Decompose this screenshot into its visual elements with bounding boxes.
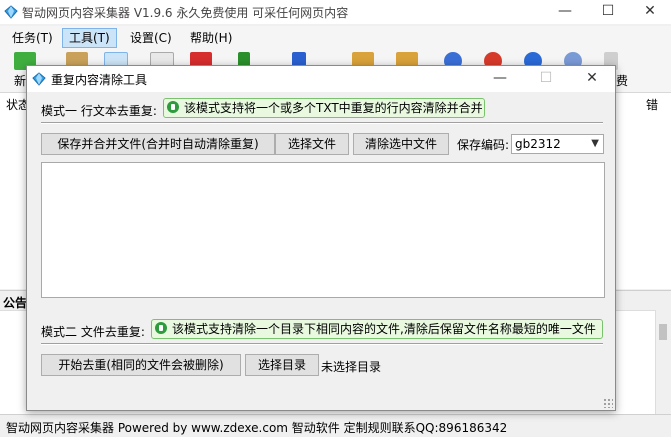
dialog-close-button[interactable]: ✕ [569, 66, 615, 92]
save-merge-button[interactable]: 保存并合并文件(合并时自动清除重复) [41, 133, 275, 155]
mode1-label: 模式一 行文本去重复: [41, 104, 157, 118]
menu-settings[interactable]: 设置(C) [124, 29, 178, 47]
info-bulb-icon-2 [155, 322, 167, 334]
toolbar-label-free: 费 [616, 74, 629, 88]
directory-status: 未选择目录 [321, 360, 382, 374]
main-close-button[interactable]: ✕ [630, 0, 670, 24]
app-diamond-icon [4, 5, 18, 19]
clear-selected-button[interactable]: 清除选中文件 [353, 133, 449, 155]
scroll-thumb[interactable] [659, 324, 667, 340]
toolbar-label-new: 新 [14, 74, 27, 88]
dedupe-dialog: 重复内容清除工具 — ☐ ✕ 模式一 行文本去重复: 该模式支持将一个或多个TX… [26, 65, 616, 411]
resize-grip-icon[interactable] [603, 398, 613, 408]
dialog-title: 重复内容清除工具 [51, 73, 148, 87]
encoding-label: 保存编码: [457, 138, 510, 152]
menu-help[interactable]: 帮助(H) [184, 29, 238, 47]
dialog-title-bar: 重复内容清除工具 — ☐ ✕ [27, 66, 615, 92]
dialog-minimize-button[interactable]: — [477, 66, 523, 92]
menu-tools[interactable]: 工具(T) [62, 28, 117, 48]
select-directory-button[interactable]: 选择目录 [245, 354, 319, 376]
main-maximize-button[interactable]: ☐ [588, 0, 628, 24]
notice-scrollbar[interactable] [655, 310, 671, 414]
status-text: 智动网页内容采集器 Powered by www.zdexe.com 智动软件 … [6, 421, 508, 435]
select-file-button[interactable]: 选择文件 [275, 133, 349, 155]
mode2-divider [41, 343, 603, 345]
chevron-down-icon: ▼ [591, 138, 599, 149]
main-window-title: 智动网页内容采集器 V1.9.6 永久免费使用 可采任何网页内容 [22, 6, 349, 20]
mode2-label: 模式二 文件去重复: [41, 325, 145, 339]
file-list-textarea[interactable] [41, 162, 605, 298]
mode2-hint: 该模式支持清除一个目录下相同内容的文件,清除后保留文件名称最短的唯一文件 [151, 319, 603, 339]
mode1-divider [41, 122, 603, 124]
main-title-bar: 智动网页内容采集器 V1.9.6 永久免费使用 可采任何网页内容 — ☐ ✕ [0, 0, 671, 24]
notice-title: 公告 [3, 296, 28, 310]
mode1-hint-text: 该模式支持将一个或多个TXT中重复的行内容清除并合并 [184, 101, 483, 115]
column-error[interactable]: 错 [646, 96, 658, 113]
mode1-hint: 该模式支持将一个或多个TXT中重复的行内容清除并合并 [163, 98, 485, 118]
encoding-select[interactable]: gb2312 ▼ [511, 134, 604, 154]
menu-bar: 任务(T) 工具(T) 设置(C) 帮助(H) [0, 26, 671, 50]
start-dedupe-button[interactable]: 开始去重(相同的文件会被删除) [41, 354, 241, 376]
info-bulb-icon [167, 101, 179, 113]
mode2-hint-text: 该模式支持清除一个目录下相同内容的文件,清除后保留文件名称最短的唯一文件 [172, 322, 596, 336]
menu-task[interactable]: 任务(T) [6, 29, 59, 47]
encoding-value: gb2312 [515, 137, 561, 151]
main-minimize-button[interactable]: — [545, 0, 585, 24]
status-bar: 智动网页内容采集器 Powered by www.zdexe.com 智动软件 … [0, 414, 671, 437]
dialog-diamond-icon [32, 72, 46, 86]
dialog-maximize-button[interactable]: ☐ [523, 66, 569, 92]
